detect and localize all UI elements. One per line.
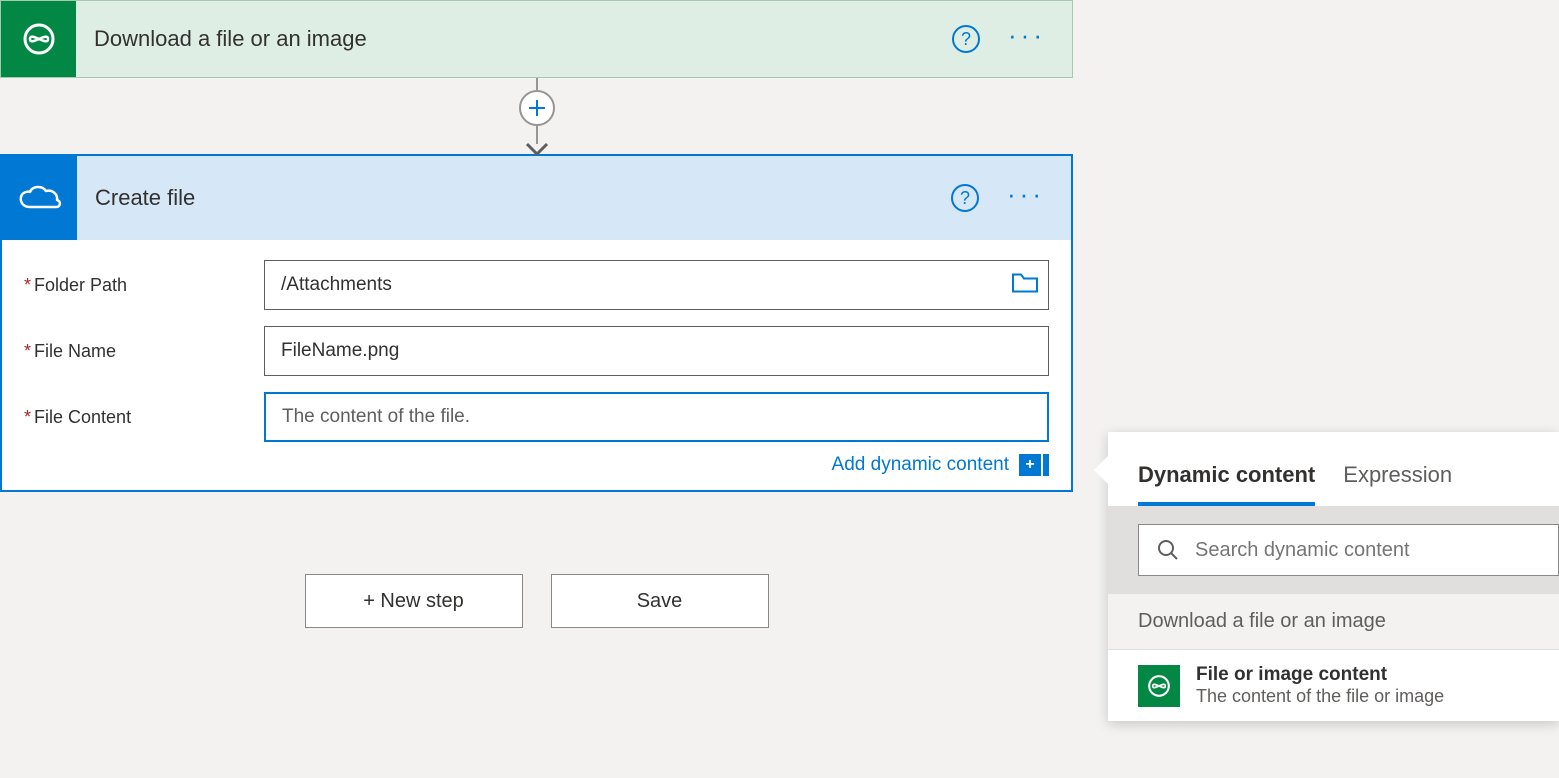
action-create-file: Create file ? ··· *Folder Path *File Nam… [0, 154, 1073, 492]
folder-path-input[interactable] [264, 260, 1049, 310]
action-title: Download a file or an image [76, 1, 952, 77]
form-body: *Folder Path *File Name *File Content [2, 240, 1071, 490]
folder-path-row: *Folder Path [24, 260, 1049, 310]
flow-canvas: Download a file or an image ? ··· C [0, 0, 1073, 628]
dataverse-connector-icon [1, 1, 76, 77]
dynamic-content-icon[interactable]: + [1019, 454, 1041, 476]
arrow-down-icon [525, 142, 549, 156]
tab-dynamic-content[interactable]: Dynamic content [1138, 462, 1315, 506]
add-action-button[interactable] [519, 90, 555, 126]
dynamic-item-title: File or image content [1196, 664, 1444, 686]
action-title: Create file [77, 156, 951, 240]
save-button[interactable]: Save [551, 574, 769, 628]
search-input[interactable] [1195, 539, 1540, 562]
file-name-input[interactable] [264, 326, 1049, 376]
folder-path-input-wrap [264, 260, 1049, 310]
more-menu-icon[interactable]: ··· [1007, 179, 1045, 218]
dynamic-content-panel: Dynamic content Expression Download a fi… [1108, 432, 1559, 721]
search-box [1138, 524, 1559, 576]
connector-line [536, 78, 538, 90]
panel-pointer-icon [1094, 456, 1108, 484]
panel-tabs: Dynamic content Expression [1108, 432, 1559, 506]
add-dynamic-content-link[interactable]: Add dynamic content [832, 454, 1009, 476]
file-name-row: *File Name [24, 326, 1049, 376]
folder-picker-icon[interactable] [1011, 272, 1039, 299]
tab-expression[interactable]: Expression [1343, 462, 1452, 506]
file-content-row: *File Content [24, 392, 1049, 442]
file-content-input-wrap [264, 392, 1049, 442]
dynamic-content-bar-icon[interactable] [1043, 454, 1049, 476]
onedrive-connector-icon [2, 156, 77, 240]
dynamic-item-file-content[interactable]: File or image content The content of the… [1108, 650, 1559, 721]
connector [0, 78, 1073, 154]
search-icon [1157, 539, 1179, 561]
more-menu-icon[interactable]: ··· [1008, 20, 1046, 59]
file-name-label: *File Name [24, 341, 264, 362]
add-dynamic-content-row: Add dynamic content + [24, 454, 1049, 476]
dynamic-item-text: File or image content The content of the… [1196, 664, 1444, 707]
dataverse-connector-icon [1138, 665, 1180, 707]
action-download-file[interactable]: Download a file or an image ? ··· [0, 0, 1073, 78]
file-name-input-wrap [264, 326, 1049, 376]
file-content-label: *File Content [24, 407, 264, 428]
action-controls: ? ··· [951, 156, 1071, 240]
folder-path-label: *Folder Path [24, 275, 264, 296]
add-dynamic-icons: + [1019, 454, 1049, 476]
dynamic-group-header: Download a file or an image [1108, 594, 1559, 650]
help-icon[interactable]: ? [951, 184, 979, 212]
new-step-button[interactable]: + New step [305, 574, 523, 628]
file-content-input[interactable] [264, 392, 1049, 442]
action-header[interactable]: Create file ? ··· [2, 156, 1071, 240]
help-icon[interactable]: ? [952, 25, 980, 53]
search-wrap [1108, 506, 1559, 594]
dynamic-item-desc: The content of the file or image [1196, 686, 1444, 707]
action-controls: ? ··· [952, 1, 1072, 77]
footer-buttons: + New step Save [0, 574, 1073, 628]
